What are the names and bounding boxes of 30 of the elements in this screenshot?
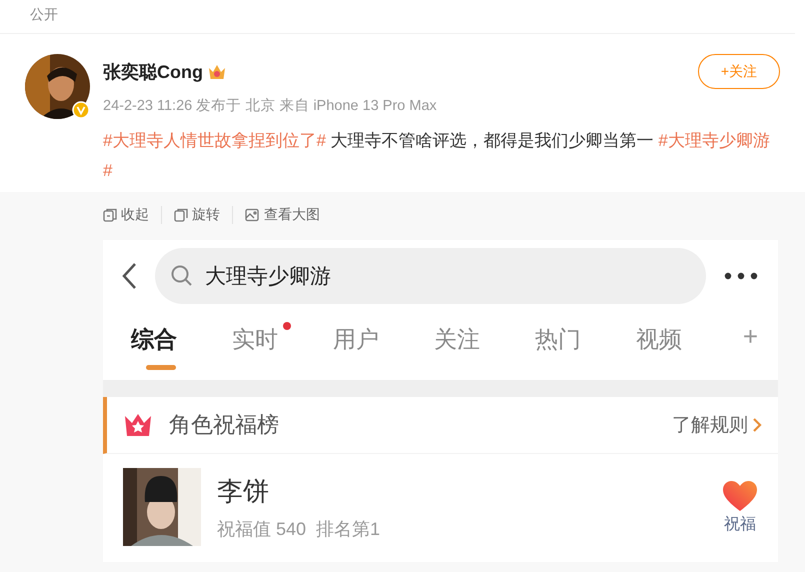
- tab[interactable]: 实时: [232, 324, 333, 355]
- rotate-icon: [174, 208, 188, 222]
- heart-icon: [722, 480, 758, 512]
- tab[interactable]: 综合: [131, 324, 232, 370]
- image-icon: [245, 208, 260, 222]
- crown-icon: [206, 63, 227, 81]
- blessing-stats: 祝福值 540 排名第1: [217, 518, 382, 540]
- more-icon[interactable]: [724, 272, 758, 280]
- tab[interactable]: 关注: [434, 324, 535, 355]
- character-name: 李饼: [217, 474, 270, 508]
- add-tab-button[interactable]: +: [742, 321, 758, 352]
- search-field[interactable]: 大理寺少卿游: [155, 248, 706, 304]
- rotate-link[interactable]: 旋转: [174, 206, 233, 224]
- rules-link[interactable]: 了解规则: [672, 412, 762, 438]
- collapse-link[interactable]: 收起: [103, 206, 162, 224]
- chevron-right-icon: [752, 417, 762, 433]
- author-name[interactable]: 张奕聪Cong: [103, 60, 203, 84]
- view-link[interactable]: 查看大图: [245, 206, 332, 224]
- collapse-icon: [103, 208, 117, 222]
- back-icon[interactable]: [121, 262, 137, 290]
- post-text: #大理寺人情世故拿捏到位了# 大理寺不管啥评选，都得是我们少卿当第一 #大理寺少卿游#: [102, 130, 771, 182]
- bless-button[interactable]: 祝福: [722, 480, 758, 534]
- section-title: 角色祝福榜: [169, 411, 280, 439]
- tab[interactable]: 用户: [333, 324, 434, 355]
- visibility-label: 公开: [30, 6, 58, 22]
- crown-icon: [123, 412, 153, 438]
- tab[interactable]: 热门: [535, 324, 636, 355]
- post-meta: 24-2-23 11:26 发布于 北京 来自 iPhone 13 Pro Max: [103, 96, 438, 115]
- search-icon: [171, 265, 193, 287]
- tab[interactable]: 视频: [636, 324, 737, 355]
